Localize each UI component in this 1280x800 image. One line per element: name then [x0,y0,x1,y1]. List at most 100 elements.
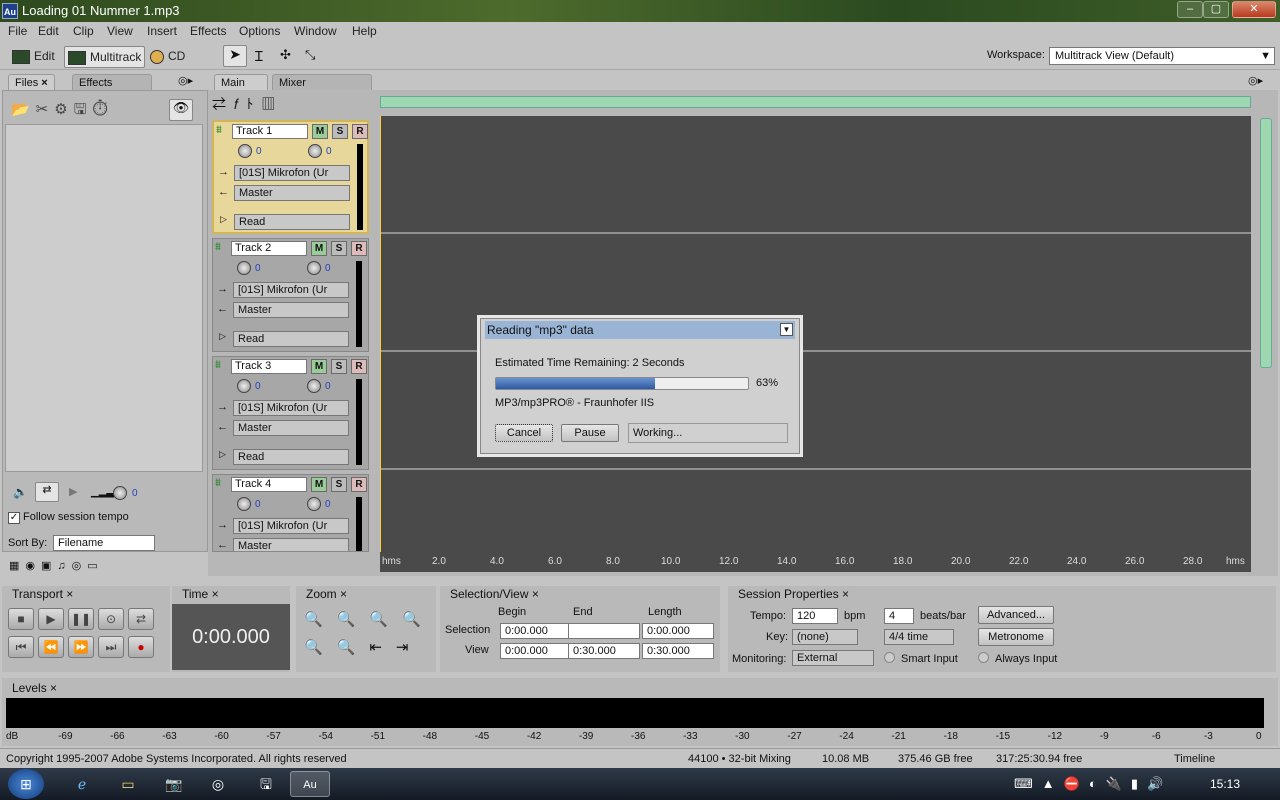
output-dropdown[interactable]: Master [233,302,349,318]
pause-button[interactable]: Pause [561,424,619,442]
record-button[interactable]: ● [128,636,154,658]
maximize-button[interactable]: ▢ [1203,1,1229,18]
menu-insert[interactable]: Insert [147,24,177,38]
time-signature-dropdown[interactable]: 4/4 time [884,629,954,645]
output-dropdown[interactable]: Master [233,538,349,551]
record-arm-button[interactable]: R [351,477,367,492]
move-tool-icon[interactable]: ➤ [223,45,247,67]
track-header-2[interactable]: ⩩ Track 2 M S R 0 0 → [01S] Mikrofon (Ur… [212,238,369,352]
ie-icon[interactable]: ℯ [62,771,102,797]
expand-icon[interactable]: ▷ [220,214,227,225]
tempo-field[interactable]: 120 [792,608,838,624]
file-list[interactable] [5,124,203,472]
close-icon[interactable]: × [41,77,47,89]
zoom-tab[interactable]: Zoom × [300,586,354,602]
track-header-1[interactable]: ⩩ Track 1 M S R 0 0 → [01S] Mikrofon (Ur… [212,120,369,234]
expand-icon[interactable]: ▷ [219,449,226,460]
camera-icon[interactable]: 📷 [154,771,194,797]
clock[interactable]: 15:13 [1210,777,1240,791]
folder-icon[interactable]: ▭ [108,771,148,797]
solo-button[interactable]: S [331,359,347,374]
hybrid-tool-icon[interactable]: ✣ [280,47,291,63]
time-ruler[interactable]: hms 2.0 4.0 6.0 8.0 10.0 12.0 14.0 16.0 … [380,552,1251,572]
workspace-dropdown[interactable]: Multitrack View (Default) ▼ [1049,47,1275,65]
tab-files[interactable]: Files × [8,74,55,90]
time-selection-tool-icon[interactable]: Ɪ [255,47,263,66]
transport-tab[interactable]: Transport × [6,586,80,602]
file-filter-icons[interactable]: ▦◉▣♫◎▭ [9,559,104,572]
mute-button[interactable]: M [311,359,327,374]
output-dropdown[interactable]: Master [234,185,350,201]
play-button[interactable]: ▶ [38,608,64,630]
input-dropdown[interactable]: [01S] Mikrofon (Ur [233,518,349,534]
menu-clip[interactable]: Clip [73,24,94,38]
audition-taskbar-button[interactable]: Au [290,771,330,797]
play-from-cursor-button[interactable]: ⊙ [98,608,124,630]
chevron-down-icon[interactable]: ▼ [780,323,793,336]
zoom-icons-row2[interactable]: 🔍🔍⇤⇥ [304,638,423,656]
pan-knob[interactable] [307,379,321,393]
go-to-start-button[interactable]: ⏮ [8,636,34,658]
input-dropdown[interactable]: [01S] Mikrofon (Ur [234,165,350,181]
sort-by-dropdown[interactable]: Filename [53,535,155,551]
key-dropdown[interactable]: (none) [792,629,858,645]
volume-knob[interactable] [238,144,252,158]
session-properties-tab[interactable]: Session Properties × [732,586,856,602]
track-controls-icons[interactable]: ⇄𝑓ﾄ▥ [212,94,283,114]
always-input-radio[interactable] [978,652,989,663]
track-name-field[interactable]: Track 4 [231,477,307,492]
solo-button[interactable]: S [331,477,347,492]
automation-dropdown[interactable]: Read [234,214,350,230]
pan-knob[interactable] [307,261,321,275]
follow-tempo-checkbox[interactable]: ✓ [8,512,20,524]
cd-view-button[interactable]: CD [150,46,185,68]
menu-file[interactable]: File [8,24,27,38]
metronome-button[interactable]: Metronome [978,628,1054,646]
edit-view-button[interactable]: Edit [12,46,55,68]
panel-menu-icon[interactable]: ◎▸ [178,74,193,87]
pan-knob[interactable] [307,497,321,511]
volume-knob[interactable] [113,486,127,500]
track-header-3[interactable]: ⩩ Track 3 M S R 0 0 → [01S] Mikrofon (Ur… [212,356,369,470]
menu-view[interactable]: View [107,24,133,38]
tab-effects[interactable]: Effects [72,74,152,90]
speaker-icon[interactable]: 🔈 [13,485,28,499]
minimize-button[interactable]: – [1177,1,1203,18]
view-end-field[interactable]: 0:30.000 [568,643,640,659]
panel-menu-icon[interactable]: ◎▸ [1248,74,1263,87]
input-dropdown[interactable]: [01S] Mikrofon (Ur [233,282,349,298]
tray-icons[interactable]: ⌨▲⛔◐🔌▮🔊 [1014,776,1172,792]
overview-scrollbar[interactable] [380,96,1251,108]
file-actions-icons[interactable]: 📂✂⚙🖫⏱ [11,99,114,124]
menu-window[interactable]: Window [294,24,337,38]
input-dropdown[interactable]: [01S] Mikrofon (Ur [233,400,349,416]
multitrack-view-button[interactable]: Multitrack [64,46,146,68]
playhead[interactable] [380,116,381,552]
record-arm-button[interactable]: R [351,359,367,374]
track-name-field[interactable]: Track 2 [231,241,307,256]
automation-dropdown[interactable]: Read [233,331,349,347]
output-dropdown[interactable]: Master [233,420,349,436]
loop-icon[interactable]: ⇄ [35,482,59,502]
view-length-field[interactable]: 0:30.000 [642,643,714,659]
save-icon[interactable]: 🖫 [246,771,286,797]
levels-tab[interactable]: Levels × [6,680,64,696]
smart-input-radio[interactable] [884,652,895,663]
rewind-button[interactable]: ⏪ [38,636,64,658]
record-arm-button[interactable]: R [352,124,368,139]
view-begin-field[interactable]: 0:00.000 [500,643,570,659]
advanced-button[interactable]: Advanced... [978,606,1054,624]
play-icon[interactable]: ▶ [69,485,77,498]
automation-dropdown[interactable]: Read [233,449,349,465]
selection-length-field[interactable]: 0:00.000 [642,623,714,639]
vertical-scrollbar[interactable] [1260,118,1272,368]
menu-edit[interactable]: Edit [38,24,59,38]
stop-button[interactable]: ■ [8,608,34,630]
close-button[interactable]: ✕ [1232,1,1276,18]
track-name-field[interactable]: Track 3 [231,359,307,374]
selection-end-field[interactable] [568,623,640,639]
start-button[interactable]: ⊞ [8,769,44,799]
pause-transport-button[interactable]: ❚❚ [68,608,94,630]
expand-icon[interactable]: ▷ [219,331,226,342]
volume-knob[interactable] [237,261,251,275]
